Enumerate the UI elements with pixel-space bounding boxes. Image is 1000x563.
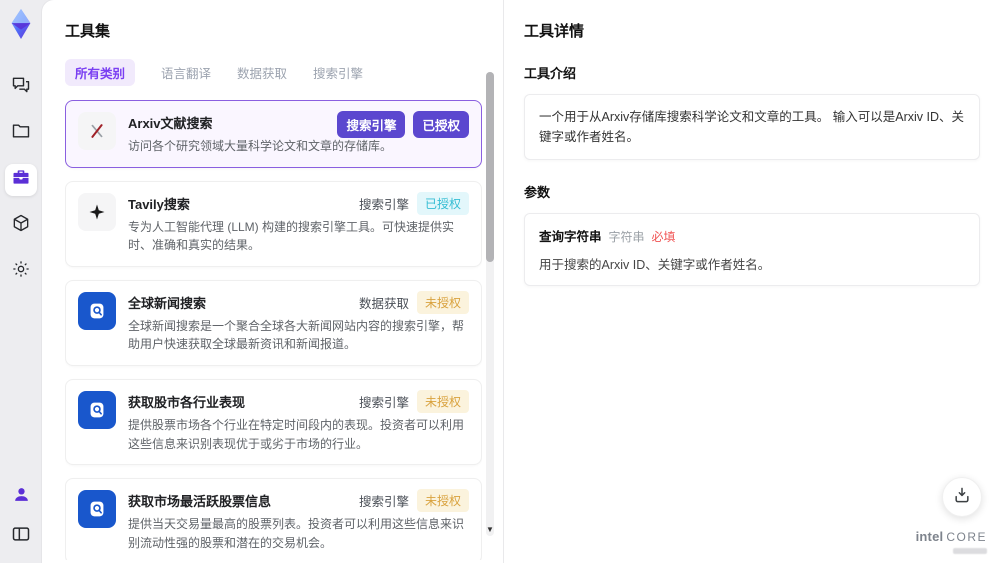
list-scrollbar[interactable]: ▼ xyxy=(486,72,494,536)
layout-panel-icon xyxy=(11,524,31,550)
category-badge: 搜索引擎 xyxy=(337,111,406,138)
nav-chat[interactable] xyxy=(5,72,37,104)
scrollbar-thumb[interactable] xyxy=(486,72,494,262)
category-label: 搜索引擎 xyxy=(358,197,409,212)
chat-icon xyxy=(11,75,31,101)
badge-group: 搜索引擎 已授权 xyxy=(337,111,469,138)
param-type: 字符串 xyxy=(608,230,645,244)
param-name: 查询字符串 xyxy=(539,230,602,244)
tool-card[interactable]: Tavily搜索 专为人工智能代理 (LLM) 构建的搜索引擎工具。可快速提供实时… xyxy=(65,180,482,267)
arxiv-icon xyxy=(78,112,116,150)
download-icon xyxy=(952,485,972,510)
download-button[interactable] xyxy=(942,477,982,517)
tool-list: Arxiv文献搜索 访问各个研究领域大量科学论文和文章的存储库。 搜索引擎 已授权 Ta… xyxy=(65,100,482,560)
nav-collapse[interactable] xyxy=(5,521,37,553)
badge-group: 搜索引擎 未授权 xyxy=(358,489,469,513)
param-description: 用于搜索的Arxiv ID、关键字或作者姓名。 xyxy=(539,258,771,272)
tool-card[interactable]: 全球新闻搜索 全球新闻搜索是一个聚合全球各大新闻网站内容的搜索引擎，帮助用户快速获… xyxy=(65,279,482,366)
core-text: CORE xyxy=(946,530,987,545)
params-heading: 参数 xyxy=(524,185,551,200)
user-icon xyxy=(12,485,31,510)
star-icon xyxy=(78,192,116,231)
category-tabs: 所有类别 语言翻译 数据获取 搜索引擎 xyxy=(65,59,479,86)
parameter-item: 查询字符串 字符串 必填用于搜索的Arxiv ID、关键字或作者姓名。 xyxy=(524,213,980,286)
app-search-icon xyxy=(78,390,116,429)
nav-folder[interactable] xyxy=(5,118,37,150)
tool-description: 专为人工智能代理 (LLM) 构建的搜索引擎工具。可快速提供实时、准确和真实的结… xyxy=(128,219,455,253)
gear-icon xyxy=(11,259,31,285)
nav-rail xyxy=(0,0,42,563)
tab-3[interactable]: 搜索引擎 xyxy=(313,59,363,86)
intel-core-logo: intel CORE xyxy=(916,528,987,554)
tool-description: 提供当天交易量最高的股票列表。投资者可以利用这些信息来识别流动性强的股票和潜在的… xyxy=(128,517,465,550)
category-label: 搜索引擎 xyxy=(358,495,409,510)
category-label: 数据获取 xyxy=(358,296,409,311)
tab-1[interactable]: 语言翻译 xyxy=(161,59,211,86)
tool-card[interactable]: 获取市场最活跃股票信息 提供当天交易量最高的股票列表。投资者可以利用这些信息来识别… xyxy=(65,478,482,560)
tool-list-panel: 工具集 所有类别 语言翻译 数据获取 搜索引擎 Arxiv文献搜索 访问各个研究领域大量… xyxy=(42,0,503,563)
badge-group: 搜索引擎 未授权 xyxy=(358,389,469,413)
folder-icon xyxy=(11,121,31,147)
category-label: 搜索引擎 xyxy=(358,395,409,410)
tab-0[interactable]: 所有类别 xyxy=(65,59,136,86)
status-badge: 已授权 xyxy=(413,111,469,138)
diamond-logo-icon xyxy=(6,7,36,46)
main-surface: 工具集 所有类别 语言翻译 数据获取 搜索引擎 Arxiv文献搜索 访问各个研究领域大量… xyxy=(42,0,1000,563)
app-root: 工具集 所有类别 语言翻译 数据获取 搜索引擎 Arxiv文献搜索 访问各个研究领域大量… xyxy=(0,0,1000,563)
cube-icon xyxy=(11,213,31,239)
nav-user[interactable] xyxy=(5,481,37,513)
parameter-list: 查询字符串 字符串 必填用于搜索的Arxiv ID、关键字或作者姓名。 xyxy=(524,213,980,286)
briefcase-icon xyxy=(11,167,31,193)
app-search-icon xyxy=(78,291,116,330)
badge-group: 搜索引擎 已授权 xyxy=(358,191,469,215)
status-badge: 已授权 xyxy=(416,191,469,215)
tool-description: 访问各个研究领域大量科学论文和文章的存储库。 xyxy=(128,139,393,153)
status-badge: 未授权 xyxy=(416,389,469,413)
tool-detail-panel: 工具详情 工具介绍 一个用于从Arxiv存储库搜索科学论文和文章的工具。 输入可… xyxy=(503,0,1000,563)
intro-heading: 工具介绍 xyxy=(524,66,577,81)
logo-subtext-blur xyxy=(953,548,987,554)
tool-description: 提供股票市场各个行业在特定时间段内的表现。投资者可以利用这些信息来识别表现优于或… xyxy=(128,417,465,451)
tool-card[interactable]: Arxiv文献搜索 访问各个研究领域大量科学论文和文章的存储库。 搜索引擎 已授权 xyxy=(65,100,482,168)
badge-group: 数据获取 未授权 xyxy=(358,290,469,314)
app-search-icon xyxy=(78,490,116,529)
nav-toolbox[interactable] xyxy=(5,164,37,196)
detail-title: 工具详情 xyxy=(524,23,585,40)
param-required-flag: 必填 xyxy=(651,230,676,244)
tool-description: 全球新闻搜索是一个聚合全球各大新闻网站内容的搜索引擎，帮助用户快速获取全球最新资… xyxy=(128,318,465,352)
tool-card[interactable]: 获取股市各行业表现 提供股票市场各个行业在特定时间段内的表现。投资者可以利用这些信… xyxy=(65,378,482,466)
tool-intro-text: 一个用于从Arxiv存储库搜索科学论文和文章的工具。 输入可以是Arxiv ID… xyxy=(524,94,980,160)
nav-settings[interactable] xyxy=(5,256,37,288)
scrollbar-down-arrow[interactable]: ▼ xyxy=(486,526,494,534)
app-logo[interactable] xyxy=(5,8,37,44)
page-title: 工具集 xyxy=(65,23,111,40)
status-badge: 未授权 xyxy=(416,489,469,513)
intel-text: intel xyxy=(915,529,944,545)
nav-models[interactable] xyxy=(5,210,37,242)
tab-2[interactable]: 数据获取 xyxy=(237,59,287,86)
status-badge: 未授权 xyxy=(416,290,469,314)
